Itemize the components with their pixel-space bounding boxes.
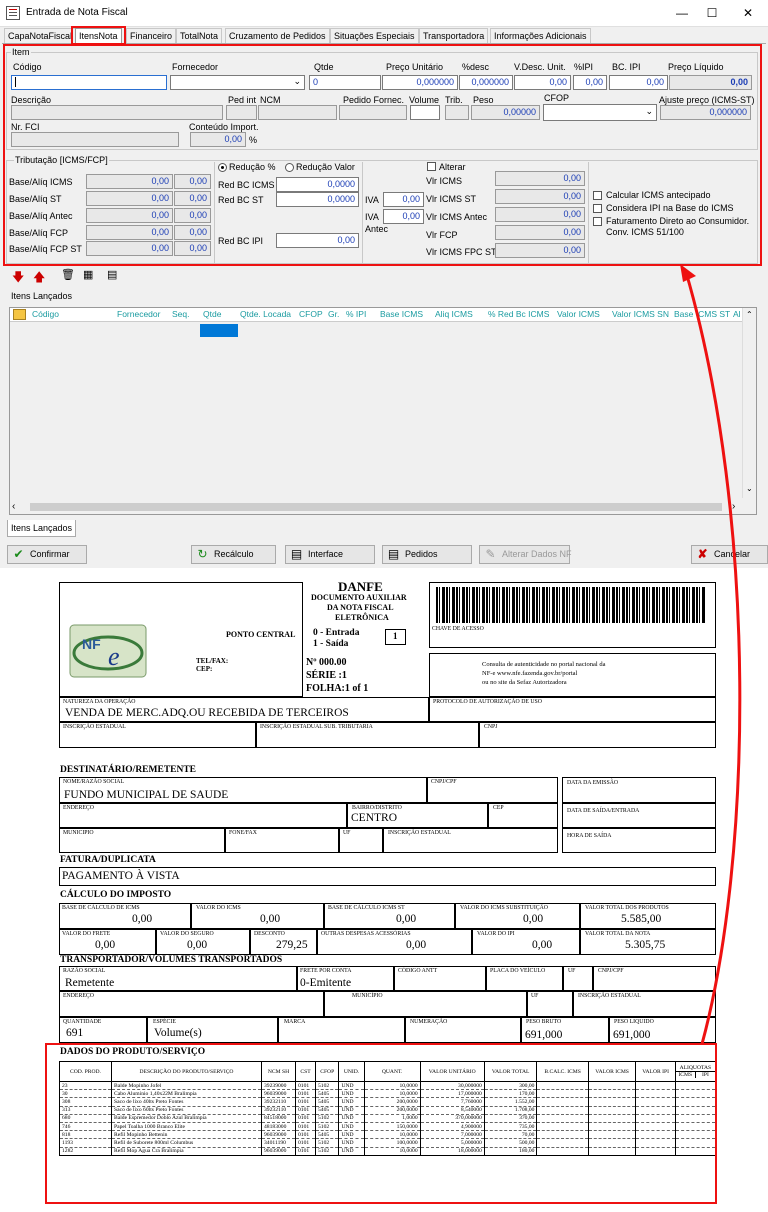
annotation-arrow — [680, 264, 742, 1045]
